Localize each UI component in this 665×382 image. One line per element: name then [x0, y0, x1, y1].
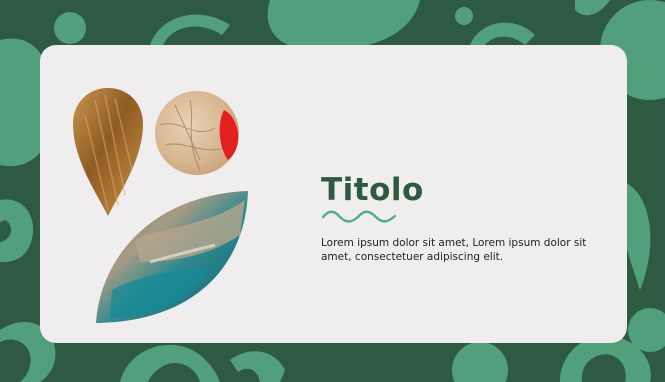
- map-photo: [155, 91, 239, 175]
- squiggle-divider: [322, 210, 396, 223]
- slide-title: Titolo: [321, 172, 424, 208]
- slide-body-text: Lorem ipsum dolor sit amet, Lorem ipsum …: [321, 237, 587, 263]
- coast-photo: [96, 191, 248, 323]
- wheat-photo: [73, 88, 143, 216]
